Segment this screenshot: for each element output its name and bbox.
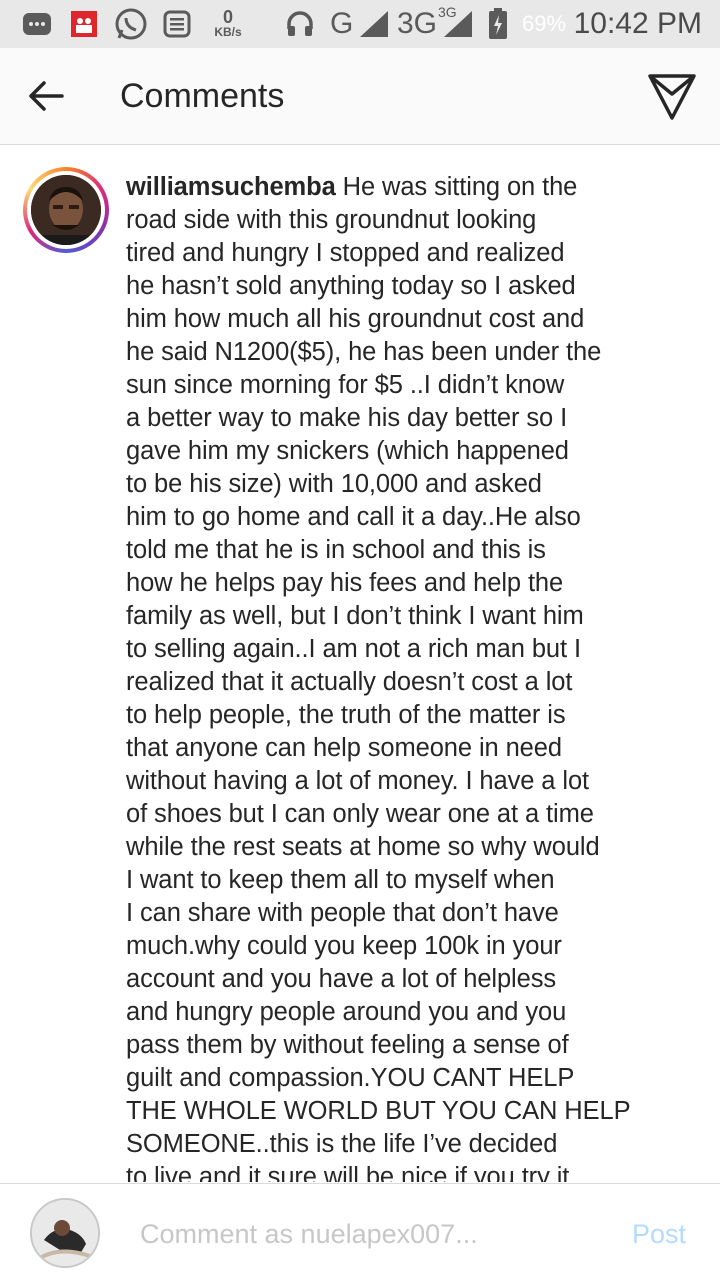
back-arrow-icon[interactable] bbox=[22, 74, 70, 118]
headphones-icon bbox=[285, 8, 315, 40]
network-3g: 3G bbox=[397, 7, 438, 40]
avatar-photo bbox=[31, 175, 101, 245]
comment-composer: Post bbox=[0, 1183, 720, 1281]
signal-icon bbox=[442, 8, 474, 40]
whatsapp-icon bbox=[114, 8, 148, 40]
news-icon bbox=[163, 8, 191, 40]
comment-item: williamsuchemba He was sitting on the ro… bbox=[0, 145, 720, 1182]
battery-icon bbox=[488, 8, 508, 40]
comment-username[interactable]: williamsuchemba bbox=[126, 173, 336, 201]
avatar[interactable] bbox=[23, 167, 109, 253]
send-icon[interactable] bbox=[644, 70, 700, 122]
comment-body: williamsuchemba He was sitting on the ro… bbox=[126, 171, 656, 1182]
page-title: Comments bbox=[120, 77, 285, 115]
signal-icon bbox=[358, 8, 390, 40]
data-speed: 0 KB/s bbox=[214, 7, 242, 39]
comment-text: He was sitting on the road side with thi… bbox=[126, 173, 631, 1182]
current-user-avatar bbox=[30, 1198, 100, 1268]
clock: 10:42 PM bbox=[573, 7, 702, 40]
comment-input[interactable] bbox=[140, 1214, 600, 1254]
notification-icon bbox=[70, 8, 98, 40]
post-button[interactable]: Post bbox=[632, 1218, 686, 1250]
comments-header: Comments bbox=[0, 48, 720, 145]
message-icon bbox=[22, 8, 52, 40]
status-bar: 0 KB/s G 3G 3G 69% 10:42 PM bbox=[0, 0, 720, 48]
battery-percent: 69% bbox=[522, 11, 567, 36]
network-2g: G bbox=[330, 7, 354, 40]
